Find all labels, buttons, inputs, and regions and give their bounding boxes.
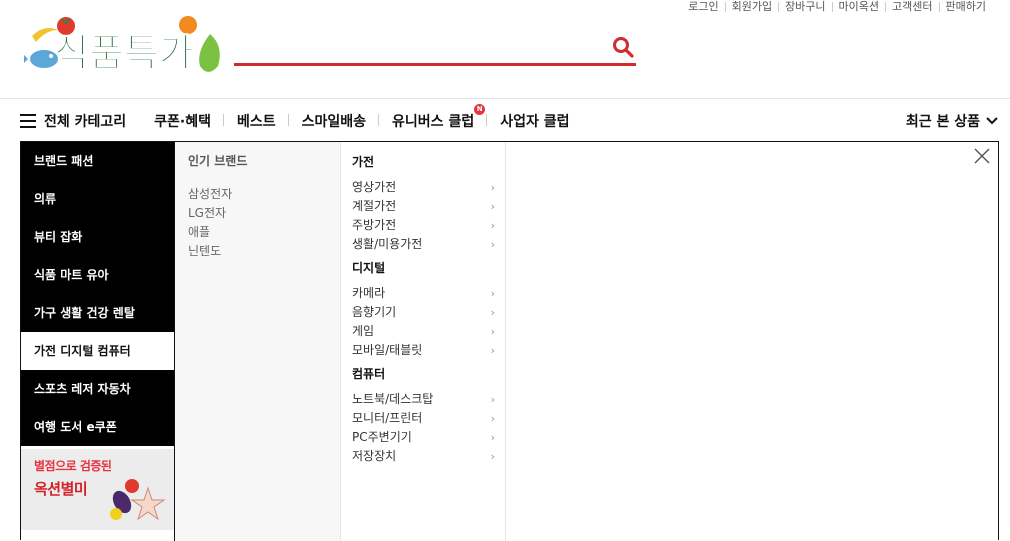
chevron-right-icon: › bbox=[490, 450, 495, 463]
hamburger-icon bbox=[20, 114, 36, 128]
cart-link[interactable]: 장바구니 bbox=[778, 1, 831, 12]
login-link[interactable]: 로그인 bbox=[682, 1, 724, 12]
subcategory-item[interactable]: 영상가전 › bbox=[352, 178, 495, 197]
subcategory-item[interactable]: PC주변기기 › bbox=[352, 428, 495, 447]
subcategory-item[interactable]: 모니터/프린터 › bbox=[352, 409, 495, 428]
my-auction-link[interactable]: 마이옥션 bbox=[831, 1, 885, 12]
new-badge: N bbox=[474, 104, 486, 115]
nav-universe-club-label: 유니버스 클럽 bbox=[392, 114, 475, 130]
subcategory-column: 가전 영상가전 › 계절가전 › 주방가전 › 생활/미용가전 › 디지털 카메라 › 음… bbox=[341, 142, 506, 541]
signup-link[interactable]: 회원가입 bbox=[724, 1, 778, 12]
nav-best[interactable]: 베스트 bbox=[224, 111, 289, 131]
subcategory-item[interactable]: 게임 › bbox=[352, 322, 495, 341]
recent-viewed-label: 최근 본 상품 bbox=[905, 114, 980, 130]
chevron-right-icon: › bbox=[490, 181, 495, 194]
brand-nintendo[interactable]: 닌텐도 bbox=[188, 242, 327, 261]
nav-smile-delivery[interactable]: 스마일배송 bbox=[289, 111, 380, 131]
chevron-right-icon: › bbox=[490, 287, 495, 300]
subcategory-item[interactable]: 음향기기 › bbox=[352, 303, 495, 322]
chevron-right-icon: › bbox=[490, 393, 495, 406]
subcategory-item[interactable]: 저장장치 › bbox=[352, 447, 495, 466]
subcategory-heading-digital[interactable]: 디지털 bbox=[352, 258, 495, 278]
chevron-right-icon: › bbox=[490, 306, 495, 319]
subcategory-item[interactable]: 노트북/데스크탑 › bbox=[352, 390, 495, 409]
category-travel-books[interactable]: 여행 도서 e쿠폰 bbox=[21, 408, 174, 446]
chevron-down-icon bbox=[986, 117, 998, 125]
nav-universe-club[interactable]: 유니버스 클럽 N bbox=[379, 104, 488, 131]
search-input[interactable] bbox=[234, 28, 594, 60]
category-list: 브랜드 패션 의류 뷰티 잡화 식품 마트 유아 가구 생활 건강 렌탈 가전 … bbox=[21, 142, 174, 541]
recent-viewed-button[interactable]: 최근 본 상품 bbox=[906, 111, 998, 131]
chevron-right-icon: › bbox=[490, 325, 495, 338]
category-furniture-living[interactable]: 가구 생활 건강 렌탈 bbox=[21, 294, 174, 332]
all-category-label: 전체 카테고리 bbox=[44, 114, 127, 130]
popular-brands-title: 인기 브랜드 bbox=[188, 154, 248, 168]
nav-business-club[interactable]: 사업자 클럽 bbox=[487, 111, 582, 131]
subcategory-heading-appliance[interactable]: 가전 bbox=[352, 152, 495, 172]
all-category-button[interactable]: 전체 카테고리 bbox=[20, 111, 126, 131]
category-food-mart[interactable]: 식품 마트 유아 bbox=[21, 256, 174, 294]
brand-lg[interactable]: LG전자 bbox=[188, 204, 327, 223]
promo-food-illustration bbox=[110, 479, 166, 521]
main-navigation: 전체 카테고리 쿠폰·혜택 베스트 스마일배송 유니버스 클럽 N 사업자 클럽… bbox=[20, 102, 998, 140]
svg-text:식품특가: 식품특가 bbox=[54, 31, 194, 75]
promo-line1: 별점으로 검증된 bbox=[34, 459, 112, 473]
category-electronics-digital[interactable]: 가전 디지털 컴퓨터 bbox=[21, 332, 174, 370]
category-beauty[interactable]: 뷰티 잡화 bbox=[21, 218, 174, 256]
nav-coupon-benefit[interactable]: 쿠폰·혜택 bbox=[154, 111, 224, 131]
category-brand-fashion[interactable]: 브랜드 패션 bbox=[21, 142, 174, 180]
header-divider bbox=[0, 98, 1010, 99]
sell-link[interactable]: 판매하기 bbox=[938, 1, 992, 12]
customer-center-link[interactable]: 고객센터 bbox=[885, 1, 938, 12]
chevron-right-icon: › bbox=[490, 344, 495, 357]
subcategory-item[interactable]: 계절가전 › bbox=[352, 197, 495, 216]
logo-graphic: 식품특가 bbox=[20, 16, 220, 76]
utility-links: 로그인 회원가입 장바구니 마이옥션 고객센터 판매하기 bbox=[682, 0, 992, 14]
brand-samsung[interactable]: 삼성전자 bbox=[188, 185, 327, 204]
chevron-right-icon: › bbox=[490, 238, 495, 251]
subcategory-heading-computer[interactable]: 컴퓨터 bbox=[352, 364, 495, 384]
brand-apple[interactable]: 애플 bbox=[188, 223, 327, 242]
search-icon[interactable] bbox=[612, 36, 634, 58]
subcategory-item[interactable]: 모바일/태블릿 › bbox=[352, 341, 495, 360]
search-bar bbox=[234, 28, 636, 66]
chevron-right-icon: › bbox=[490, 431, 495, 444]
category-sports-leisure[interactable]: 스포츠 레저 자동차 bbox=[21, 370, 174, 408]
subcategory-item[interactable]: 주방가전 › bbox=[352, 216, 495, 235]
site-logo[interactable]: 식품특가 bbox=[20, 16, 229, 82]
chevron-right-icon: › bbox=[490, 200, 495, 213]
chevron-right-icon: › bbox=[490, 412, 495, 425]
category-dropdown-panel: 브랜드 패션 의류 뷰티 잡화 식품 마트 유아 가구 생활 건강 렌탈 가전 … bbox=[20, 141, 999, 541]
subcategory-item[interactable]: 카메라 › bbox=[352, 284, 495, 303]
popular-brands: 인기 브랜드 삼성전자 LG전자 애플 닌텐도 bbox=[174, 142, 341, 541]
chevron-right-icon: › bbox=[490, 219, 495, 232]
promo-banner[interactable]: 별점으로 검증된 옥션별미 bbox=[21, 449, 174, 530]
subcategory-item[interactable]: 생활/미용가전 › bbox=[352, 235, 495, 254]
close-icon[interactable] bbox=[974, 148, 990, 164]
category-clothing[interactable]: 의류 bbox=[21, 180, 174, 218]
